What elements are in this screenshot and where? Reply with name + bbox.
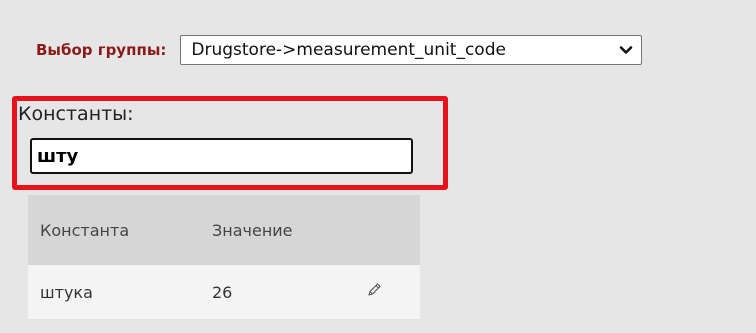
constants-filter-label: Константы:	[18, 103, 134, 125]
table-header-row: Константа Значение	[28, 195, 420, 265]
pencil-icon	[368, 283, 381, 296]
row-value-cell: 26	[212, 282, 233, 302]
column-header-constant: Константа	[40, 220, 130, 240]
constants-filter-input[interactable]	[30, 138, 413, 174]
chevron-down-icon	[620, 46, 633, 54]
group-selector-label: Выбор группы:	[36, 41, 167, 59]
constants-table: Константа Значение штука 26	[28, 195, 420, 319]
column-header-value: Значение	[212, 220, 293, 240]
group-select-dropdown[interactable]: Drugstore->measurement_unit_code	[180, 35, 643, 65]
table-row: штука 26	[28, 265, 420, 319]
edit-button[interactable]	[366, 282, 382, 302]
group-selector-row: Выбор группы: Drugstore->measurement_uni…	[36, 30, 643, 70]
group-select-value: Drugstore->measurement_unit_code	[191, 40, 506, 60]
row-constant-cell: штука	[40, 282, 93, 302]
